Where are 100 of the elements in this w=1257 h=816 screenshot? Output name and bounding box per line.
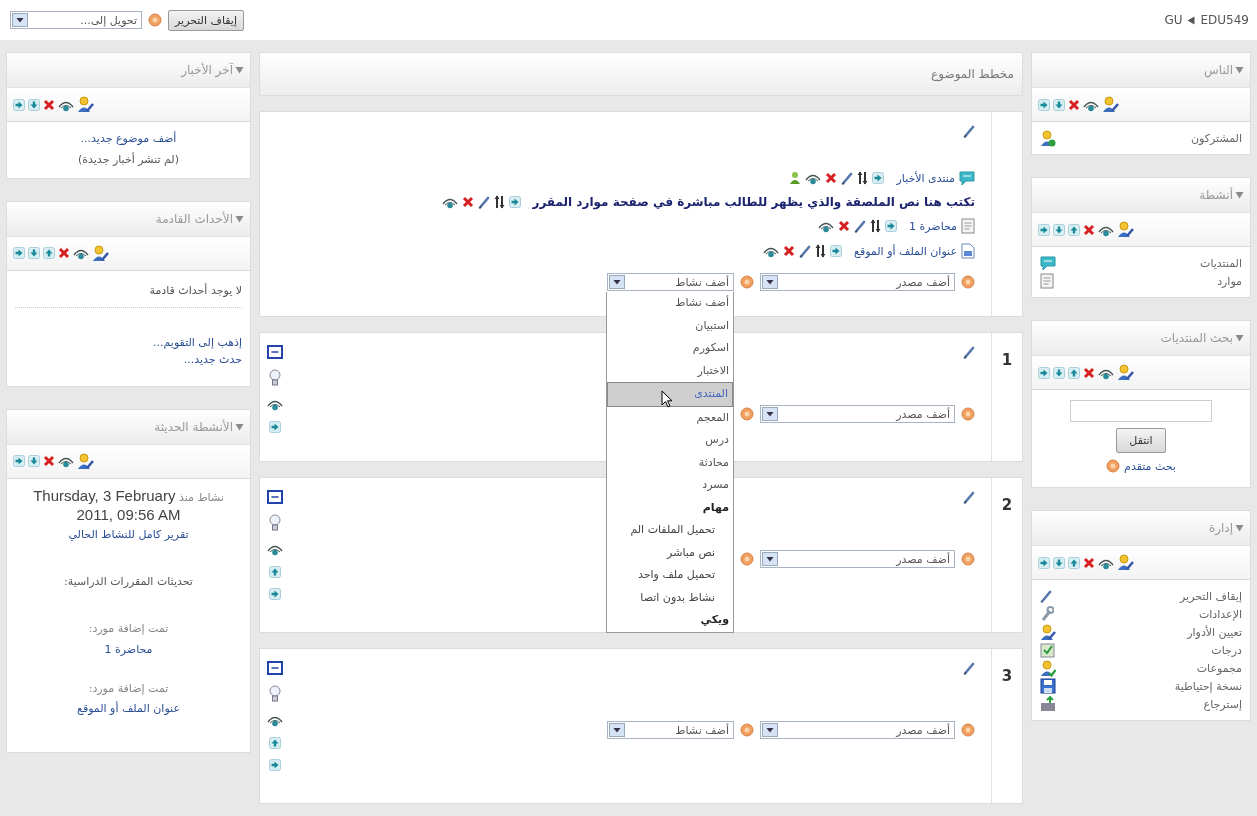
block-link[interactable]: إسترجاع — [1203, 697, 1242, 711]
move-icon[interactable] — [815, 244, 827, 258]
add-topic-link[interactable]: أضف موضوع جديد... — [80, 132, 177, 145]
move-icon[interactable] — [493, 195, 505, 209]
dropdown-option[interactable]: أضف نشاط — [607, 292, 733, 315]
help-icon[interactable] — [148, 13, 162, 27]
arrow-right-icon[interactable] — [1038, 223, 1050, 236]
dropdown-option[interactable]: مسرد — [607, 474, 733, 497]
arrow-up-icon[interactable] — [269, 566, 281, 578]
dropdown-select[interactable]: أضف مصدر — [760, 721, 955, 739]
pencil-icon[interactable] — [854, 219, 866, 233]
arrow-up-icon[interactable] — [1068, 366, 1080, 379]
person-icon[interactable] — [789, 171, 802, 185]
pencil-icon[interactable] — [963, 661, 975, 675]
resource-link[interactable]: عنوان الملف أو الموقع — [77, 702, 180, 716]
collapse-icon[interactable] — [267, 661, 283, 675]
activity-link[interactable]: محاضرة 1 — [909, 219, 957, 233]
dropdown-option[interactable]: الاختبار — [607, 359, 733, 382]
jump-to-select[interactable]: تحويل إلى... — [10, 11, 142, 29]
help-icon[interactable] — [740, 275, 754, 289]
dropdown-select[interactable]: أضف نشاط — [607, 721, 734, 739]
dropdown-caret-icon[interactable] — [609, 723, 625, 737]
arrow-up-icon[interactable] — [1068, 223, 1080, 236]
light-bulb-icon[interactable] — [269, 369, 281, 387]
delete-icon[interactable] — [1068, 98, 1080, 111]
collapse-triangle-icon[interactable] — [1235, 66, 1244, 74]
arrow-down-icon[interactable] — [28, 98, 40, 111]
move-icon[interactable] — [870, 219, 881, 233]
dropdown-option[interactable]: مهام — [607, 496, 733, 519]
delete-icon[interactable] — [461, 196, 474, 208]
stop-editing-button[interactable]: إيقاف التحرير — [168, 9, 244, 31]
pencil-icon[interactable] — [963, 124, 975, 138]
activity-link[interactable]: عنوان الملف أو الموقع — [854, 244, 957, 258]
search-field[interactable] — [1070, 400, 1212, 422]
block-link[interactable]: درجات — [1211, 643, 1242, 657]
dropdown-option[interactable]: المنتدى — [607, 382, 733, 407]
pencil-icon[interactable] — [477, 195, 490, 209]
arrow-down-icon[interactable] — [1053, 223, 1065, 236]
arrow-right-icon[interactable] — [872, 172, 885, 184]
arrow-up-icon[interactable] — [43, 247, 55, 260]
person-edit-icon[interactable] — [92, 244, 110, 262]
arrow-right-icon[interactable] — [269, 759, 281, 771]
person-edit-icon[interactable] — [77, 96, 95, 113]
calendar-link[interactable]: إذهب إلى التقويم... — [153, 335, 242, 349]
help-icon[interactable] — [961, 407, 975, 421]
collapse-triangle-icon[interactable] — [1235, 334, 1244, 342]
go-button[interactable]: انتقل — [1116, 428, 1166, 453]
block-link[interactable]: موارد — [1217, 274, 1242, 288]
collapse-icon[interactable] — [267, 490, 283, 504]
block-link[interactable]: الإعدادات — [1198, 607, 1242, 621]
help-icon[interactable] — [740, 723, 754, 737]
collapse-triangle-icon[interactable] — [235, 214, 244, 223]
collapse-triangle-icon[interactable] — [235, 66, 244, 74]
dropdown-option[interactable]: استبيان — [607, 314, 733, 337]
block-link[interactable]: تعيين الأدوار — [1187, 625, 1242, 639]
move-icon[interactable] — [857, 171, 869, 185]
pencil-icon[interactable] — [841, 171, 854, 185]
block-link[interactable]: إيقاف التحرير — [1180, 589, 1242, 603]
delete-icon[interactable] — [43, 98, 55, 111]
dropdown-option[interactable]: تحميل الملفات الم — [607, 519, 733, 542]
dropdown-option[interactable]: ويكي — [607, 609, 733, 632]
dropdown-select[interactable]: أضف مصدر — [760, 273, 955, 291]
person-edit-icon[interactable] — [1117, 554, 1135, 571]
light-bulb-icon[interactable] — [269, 685, 281, 703]
arrow-down-icon[interactable] — [1053, 556, 1065, 569]
delete-icon[interactable] — [783, 245, 796, 257]
arrow-up-icon[interactable] — [1068, 556, 1080, 569]
collapse-triangle-icon[interactable] — [1235, 524, 1244, 532]
help-icon[interactable] — [961, 723, 975, 737]
dropdown-select[interactable]: أضف مصدر — [760, 550, 955, 568]
dropdown-caret-icon[interactable] — [762, 407, 778, 421]
collapse-icon[interactable] — [267, 345, 283, 359]
light-bulb-icon[interactable] — [269, 514, 281, 532]
delete-icon[interactable] — [1083, 366, 1095, 379]
help-icon[interactable] — [961, 552, 975, 566]
dropdown-caret-icon[interactable] — [762, 723, 778, 737]
block-link[interactable]: المنتديات — [1200, 256, 1242, 270]
arrow-up-icon[interactable] — [269, 737, 281, 749]
resource-link[interactable]: محاضرة 1 — [104, 642, 153, 656]
collapse-triangle-icon[interactable] — [235, 422, 244, 431]
help-icon[interactable] — [961, 275, 975, 289]
delete-icon[interactable] — [838, 220, 850, 232]
pencil-icon[interactable] — [963, 345, 975, 359]
arrow-down-icon[interactable] — [28, 247, 40, 260]
help-icon[interactable] — [740, 407, 754, 421]
arrow-down-icon[interactable] — [1053, 366, 1065, 379]
block-link[interactable]: نسخة إحتياطية — [1174, 679, 1242, 693]
arrow-right-icon[interactable] — [13, 455, 25, 468]
delete-icon[interactable] — [1083, 556, 1095, 569]
calendar-link[interactable]: حدث جديد... — [183, 353, 242, 367]
full-report-link[interactable]: تقرير كامل للنشاط الحالي — [68, 527, 189, 541]
dropdown-caret-icon[interactable] — [609, 275, 625, 289]
arrow-right-icon[interactable] — [269, 588, 281, 600]
breadcrumb-link[interactable]: GU — [1164, 13, 1183, 27]
arrow-right-icon[interactable] — [13, 98, 25, 111]
advanced-search-link[interactable]: بحث متقدم — [1124, 459, 1176, 473]
collapse-triangle-icon[interactable] — [1235, 191, 1244, 199]
dropdown-caret-icon[interactable] — [762, 275, 778, 289]
dropdown-option[interactable]: محادثة — [607, 451, 733, 474]
block-link[interactable]: المشتركون — [1191, 131, 1242, 145]
